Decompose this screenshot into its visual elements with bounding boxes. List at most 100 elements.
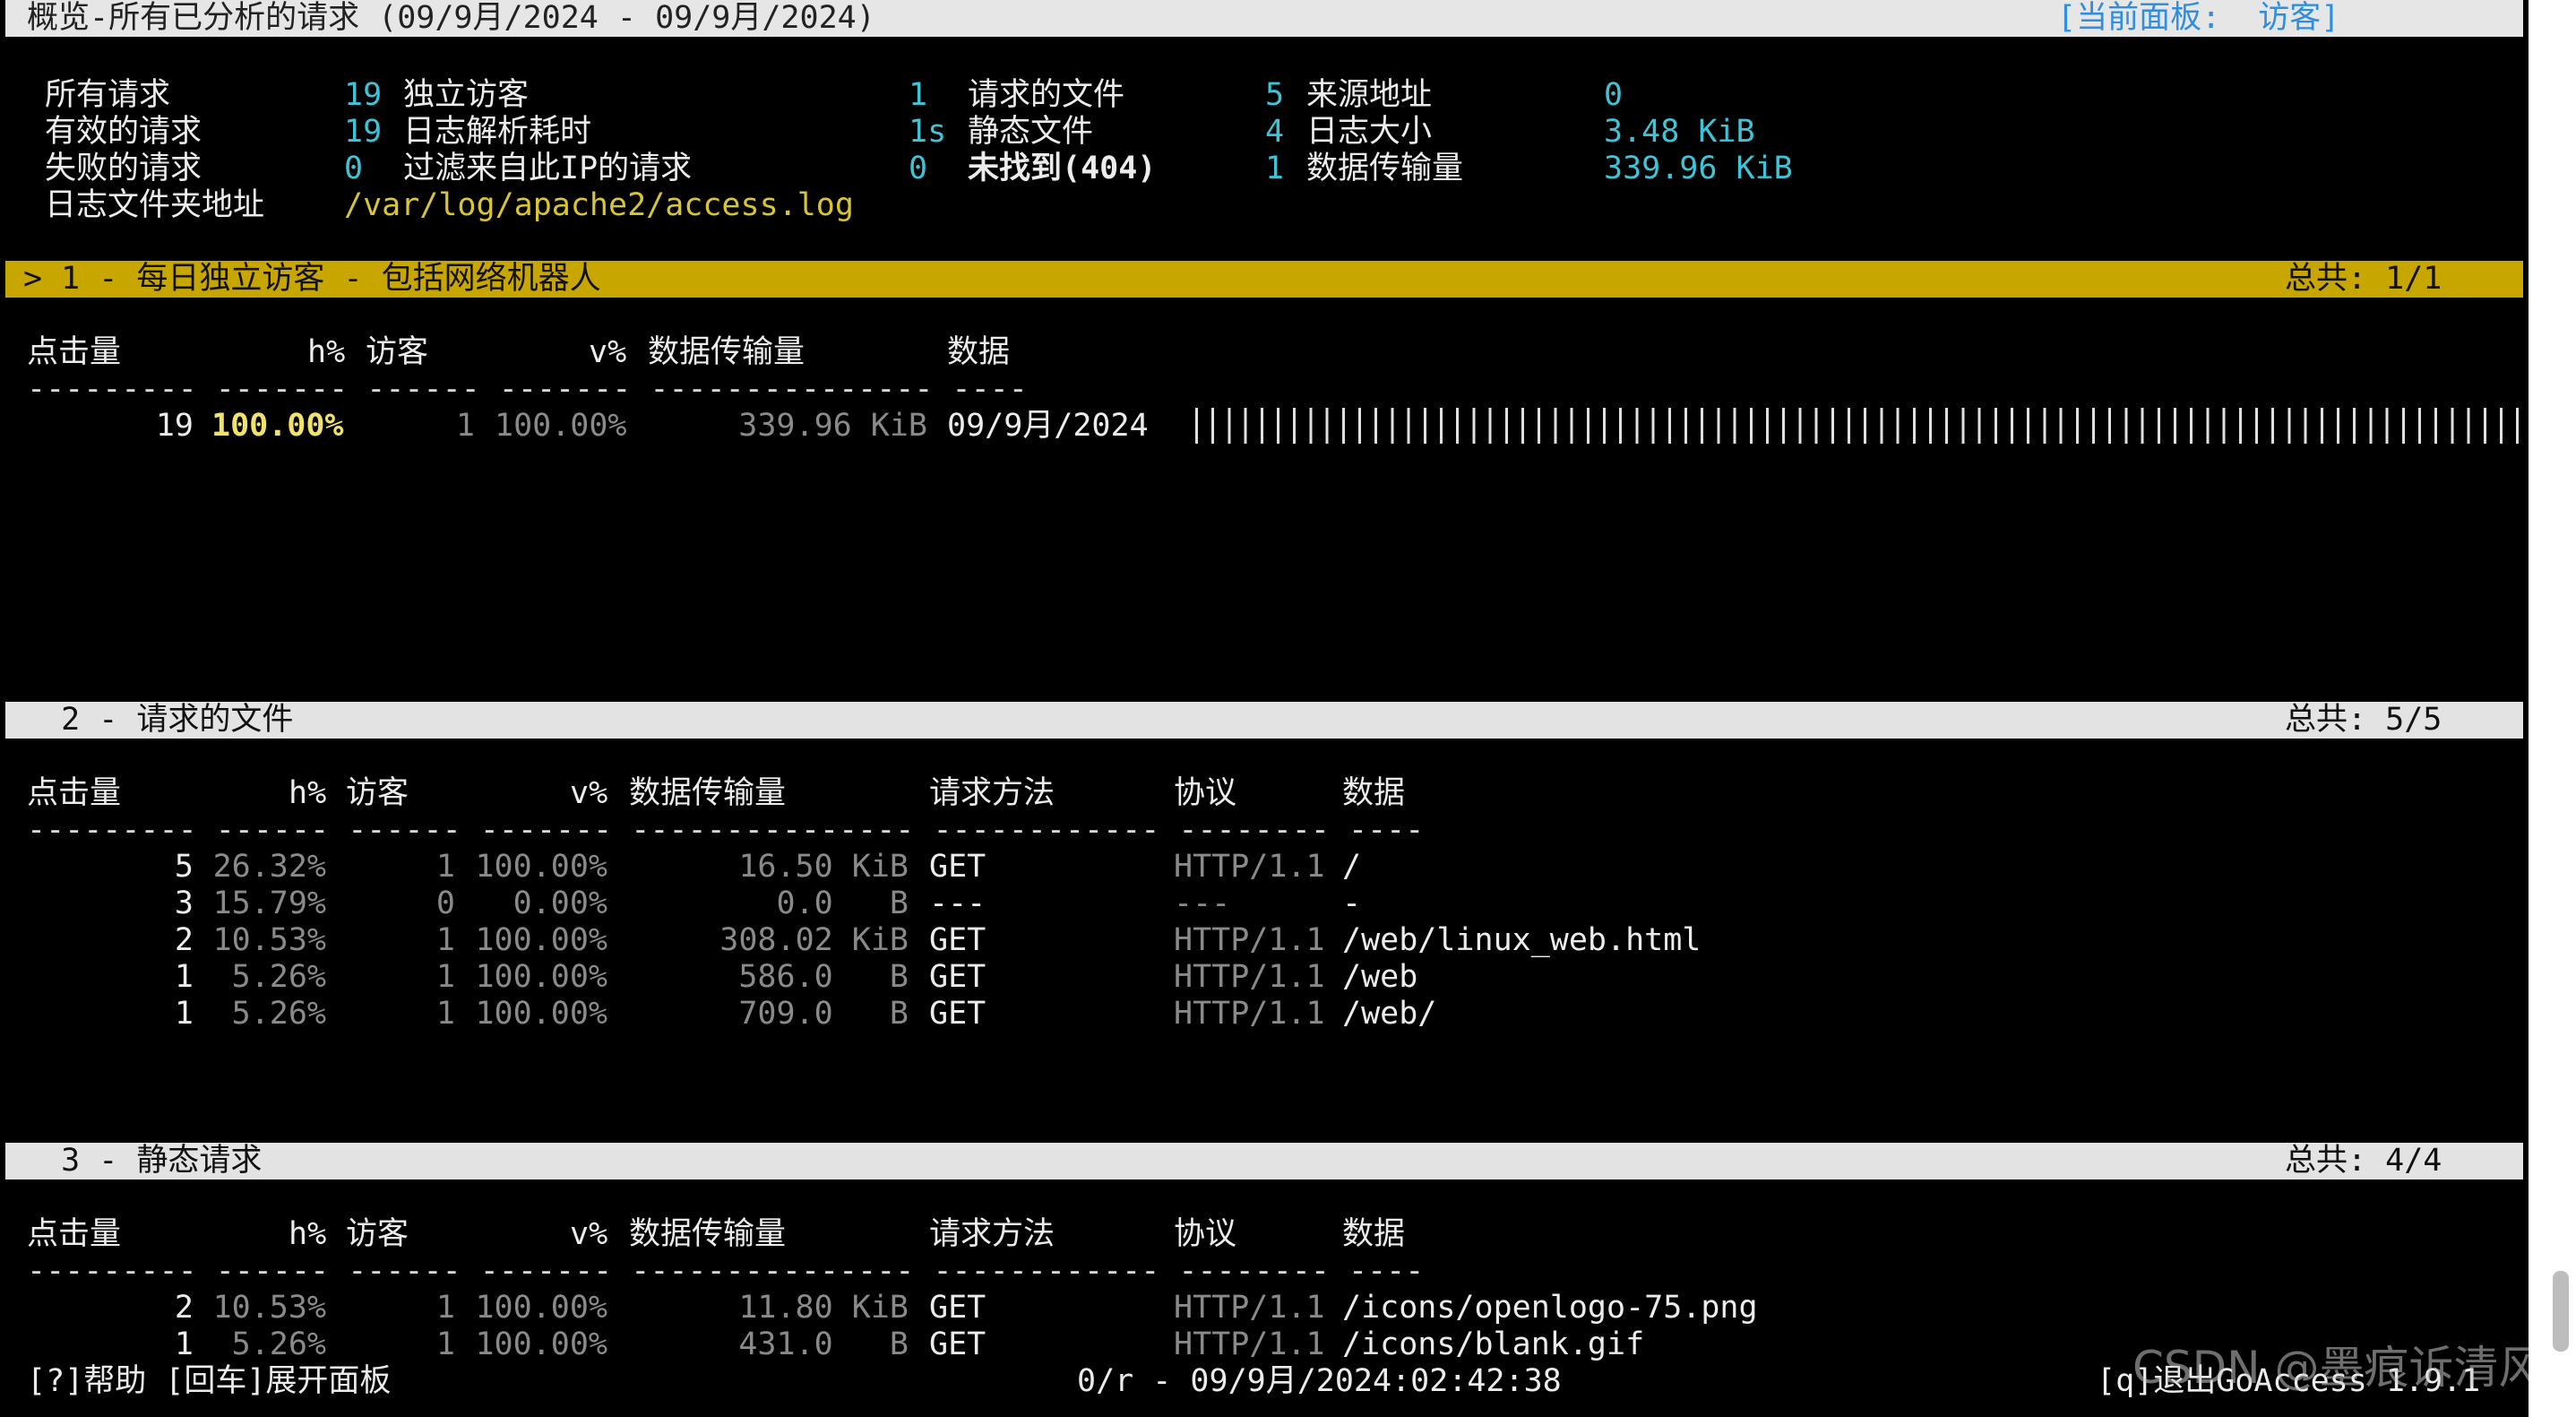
hits-percent-cell: 5.26% [231, 959, 326, 995]
hits-percent-cell: 5.26% [231, 1326, 326, 1362]
visitors-cell: 1 [435, 1290, 455, 1326]
bandwidth-cell: 339.96 KiB [738, 408, 927, 444]
visitors-cell: 1 [435, 996, 455, 1032]
col-header: 协议 [1174, 1216, 1237, 1252]
path-cell: /web/ [1342, 996, 1437, 1032]
visitors-percent-cell: 100.00% [475, 959, 607, 995]
panel-header-static-requests[interactable]: 3 - 静态请求 总共: 4/4 [5, 1143, 2523, 1179]
col-header: 数据 [947, 334, 1011, 370]
overview-label: 日志文件夹地址 [45, 187, 265, 223]
hits-percent-cell: 26.32% [212, 849, 326, 885]
bandwidth-cell: 709.0 B [738, 996, 909, 1032]
date-cell: 09/9月/2024 [947, 408, 1149, 444]
panel-title: 2 - 请求的文件 [23, 702, 294, 738]
scrollbar-thumb[interactable] [2553, 1271, 2569, 1352]
panel-total: 总共: 5/5 [2285, 702, 2442, 738]
overview-value: 1 [1265, 151, 1285, 186]
scrollbar-track[interactable] [2529, 0, 2576, 1417]
path-cell: /icons/openlogo-75.png [1342, 1290, 1758, 1326]
protocol-cell: HTTP/1.1 [1174, 1290, 1325, 1326]
visitors-cell: 1 [435, 849, 455, 885]
overview-label: 所有请求 [45, 77, 171, 113]
bandwidth-cell: 308.02 KiB [719, 922, 909, 958]
terminal-window: 概览-所有已分析的请求 (09/9月/2024 - 09/9月/2024) [当… [0, 0, 2529, 1417]
hits-cell: 1 [174, 996, 194, 1032]
hits-percent-cell: 10.53% [212, 922, 326, 958]
hits-cell: 2 [174, 922, 194, 958]
bandwidth-cell: 16.50 KiB [738, 849, 909, 885]
path-cell: / [1342, 849, 1362, 885]
col-header: 访客 [346, 1216, 409, 1252]
overview-value: 0 [909, 151, 928, 186]
bandwidth-cell: 0.0 B [776, 886, 909, 921]
visitors-percent-cell: 0.00% [513, 886, 607, 921]
protocol-cell: HTTP/1.1 [1174, 849, 1325, 885]
col-header: 点击量 [27, 1216, 122, 1252]
path-cell: /web/linux_web.html [1342, 922, 1702, 958]
visitors-cell: 1 [435, 959, 455, 995]
method-cell: GET [929, 1290, 986, 1326]
title-bar: 概览-所有已分析的请求 (09/9月/2024 - 09/9月/2024) [当… [5, 0, 2523, 37]
help-hint[interactable]: [?]帮助 [回车]展开面板 [27, 1363, 391, 1400]
overview-label: 数据传输量 [1306, 151, 1464, 186]
hits-percent-cell: 5.26% [231, 996, 326, 1032]
col-header: 数据传输量 [629, 775, 787, 811]
method-cell: --- [929, 886, 986, 921]
protocol-cell: HTTP/1.1 [1174, 959, 1325, 995]
method-cell: GET [929, 996, 986, 1032]
overview-label: 独立访客 [403, 77, 530, 113]
overview-value: 3.48 KiB [1604, 114, 1755, 150]
visitors-percent-cell: 100.00% [475, 1326, 607, 1362]
overview-value: 1s [909, 114, 947, 150]
panel-total: 总共: 1/1 [2285, 261, 2442, 297]
col-header: 数据传输量 [648, 334, 806, 370]
hits-percent-cell: 15.79% [212, 886, 326, 921]
visitors-percent-cell: 100.00% [475, 996, 607, 1032]
overview-label: 日志解析耗时 [403, 114, 592, 150]
visitors-cell: 0 [435, 886, 455, 921]
panel-title: > 1 - 每日独立访客 - 包括网络机器人 [23, 261, 601, 297]
hits-cell: 5 [174, 849, 194, 885]
overview-label: 日志大小 [1306, 114, 1433, 150]
method-cell: GET [929, 849, 986, 885]
method-cell: GET [929, 1326, 986, 1362]
col-header: v% [589, 334, 627, 370]
col-header: 点击量 [27, 775, 122, 811]
bandwidth-cell: 586.0 B [738, 959, 909, 995]
csdn-watermark: CSDN @墨痕诉清风 [2132, 1342, 2529, 1394]
path-cell: - [1342, 886, 1362, 921]
col-header: h% [289, 1216, 327, 1252]
overview-label: 请求的文件 [968, 77, 1125, 113]
col-header: h% [289, 775, 327, 811]
panel-header-visitors[interactable]: > 1 - 每日独立访客 - 包括网络机器人 总共: 1/1 [5, 261, 2523, 298]
overview-label: 有效的请求 [45, 114, 202, 150]
col-header: 访客 [366, 334, 429, 370]
panel-title: 3 - 静态请求 [23, 1143, 263, 1179]
overview-label: 静态文件 [968, 114, 1094, 150]
header-divider: --------- ------ ------ ------- --------… [27, 812, 1425, 848]
panel-header-requested-files[interactable]: 2 - 请求的文件 总共: 5/5 [5, 702, 2523, 739]
overview-value: 0 [344, 151, 364, 186]
col-header: 点击量 [27, 334, 122, 370]
col-header: 协议 [1174, 775, 1237, 811]
col-header: 数据 [1342, 1216, 1406, 1252]
bandwidth-cell: 431.0 B [738, 1326, 909, 1362]
status-timestamp: 0/r - 09/9月/2024:02:42:38 [1077, 1363, 1562, 1399]
protocol-cell: --- [1174, 886, 1231, 921]
header-divider: --------- ------ ------ ------- --------… [27, 1253, 1425, 1289]
overview-label: 来源地址 [1306, 77, 1433, 113]
path-cell: /web [1342, 959, 1418, 995]
overview-value: 19 [344, 114, 383, 150]
overview-value: 5 [1265, 77, 1285, 113]
overview-title: 概览-所有已分析的请求 (09/9月/2024 - 09/9月/2024) [27, 0, 875, 36]
hits-cell: 3 [174, 886, 194, 921]
hits-percent-cell: 10.53% [212, 1290, 326, 1326]
overview-label: 失败的请求 [45, 151, 202, 186]
col-header: 数据传输量 [629, 1216, 787, 1252]
visitors-histogram-bar [1195, 408, 2521, 444]
method-cell: GET [929, 959, 986, 995]
hits-cell: 1 [174, 1326, 194, 1362]
overview-label: 过滤来自此IP的请求 [403, 151, 693, 186]
log-file-path: /var/log/apache2/access.log [344, 187, 854, 223]
hits-cell: 19 [155, 408, 194, 444]
